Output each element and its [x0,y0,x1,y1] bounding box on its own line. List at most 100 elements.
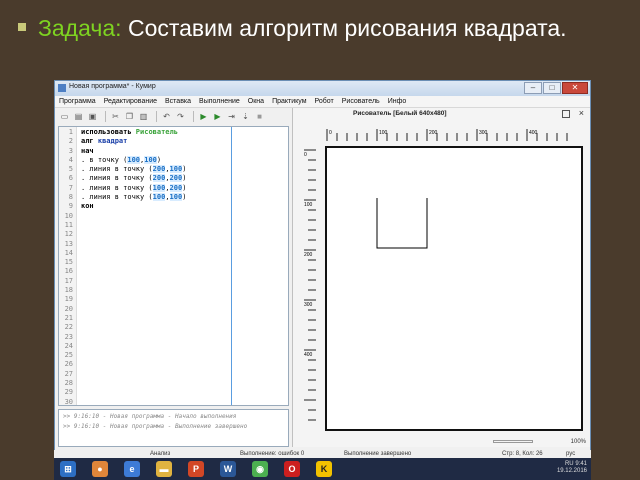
number-literal: 200 [152,165,166,174]
status-position: Стр: 8, Кол: 26 [502,451,543,457]
module-name: Рисователь [135,128,178,136]
line-number: 29 [64,388,73,397]
line-number: 8 [68,193,73,202]
save-icon[interactable]: ▣ [87,111,98,122]
line-number: 23 [64,332,73,341]
step-over-icon[interactable]: ⇥ [226,111,237,122]
code-line: . в точку (100,100) [81,155,288,165]
taskbar: ⊞ ● e ▬ P W ◉ O K RU 9:41 19.12.2016 [54,458,591,480]
code-line: . линия в точку (100,100) [81,193,288,202]
drawing-canvas[interactable] [325,146,583,431]
top-ruler: 0 100 200 300 400 [326,129,568,141]
line-number: 4 [68,155,73,164]
line-number: 18 [64,286,73,295]
menu-insert[interactable]: Вставка [165,96,191,107]
maximize-button[interactable]: □ [543,82,561,94]
folder-icon[interactable]: ▬ [156,461,172,477]
kumir-taskbar-icon[interactable]: K [316,461,332,477]
ruler-label: 300 [304,302,313,308]
line-number: 1 [68,128,73,136]
menu-bar: Программа Редактирование Вставка Выполне… [55,96,590,108]
slide-title: Задача: Составим алгоритм рисования квад… [18,14,628,42]
drawer-panel: Рисователь [Белый 640x480] × 0 100 200 300 4… [292,108,590,447]
keyword: использовать [81,128,136,136]
line-number: 30 [64,397,73,406]
menu-run[interactable]: Выполнение [199,96,240,107]
run-icon[interactable]: ▶ [198,111,209,122]
paste-icon[interactable]: ▥ [138,111,149,122]
run-step-icon[interactable]: ▶ [212,111,223,122]
number-literal: 100 [127,155,141,164]
line-number: 17 [64,276,73,285]
status-state: Выполнение завершено [344,451,412,457]
menu-windows[interactable]: Окна [248,96,264,107]
menu-program[interactable]: Программа [59,96,96,107]
ruler-label: 200 [304,252,313,258]
window-titlebar[interactable]: Новая программа* - Кумир – □ ✕ [55,81,590,96]
close-button[interactable]: ✕ [562,82,588,94]
undo-icon[interactable]: ↶ [161,111,172,122]
restore-icon[interactable] [562,110,570,118]
powerpoint-icon[interactable]: P [188,461,204,477]
kumir-window: Новая программа* - Кумир – □ ✕ Программа… [54,80,591,458]
separator: , [165,174,170,183]
cut-icon[interactable]: ✂ [110,111,121,122]
separator: , [165,193,170,202]
code-line: нач [81,147,288,156]
statement: . в точку ( [81,155,128,164]
redo-icon[interactable]: ↷ [175,111,186,122]
tray-time: 9:41 [575,461,587,467]
margin-divider[interactable] [231,127,232,405]
menu-edit[interactable]: Редактирование [104,96,157,107]
line-number: 2 [68,137,73,146]
code-line: кон [81,202,288,211]
close-paren: ) [182,183,187,192]
code-editor[interactable]: 1 2 3 4 5 6 7 8 9 10 11 12 13 14 15 16 17 18 19 20 21 22 23 24 2… [58,126,289,406]
ruler-label: 100 [379,130,388,136]
algorithm-name: квадрат [97,137,128,146]
line-number: 5 [68,165,73,174]
start-icon[interactable]: ⊞ [60,461,76,477]
line-number: 7 [68,183,73,192]
statement: . линия в точку ( [81,174,153,183]
line-number: 20 [64,304,73,313]
opera-icon[interactable]: O [284,461,300,477]
menu-robot[interactable]: Робот [315,96,334,107]
stop-icon[interactable]: ■ [254,111,265,122]
kumir-app-icon [58,84,66,92]
line-number-gutter: 1 2 3 4 5 6 7 8 9 10 11 12 13 14 15 16 17 18 19 20 21 22 23 24 2… [59,127,77,406]
ruler-label: 0 [304,152,307,158]
toolbar-separator [156,111,157,122]
statement: . линия в точку ( [81,165,153,174]
menu-practicum[interactable]: Практикум [272,96,306,107]
step-into-icon[interactable]: ⇣ [240,111,251,122]
chrome-icon[interactable]: ◉ [252,461,268,477]
close-paren: ) [182,193,187,202]
open-folder-icon[interactable]: ▤ [73,111,84,122]
task-text: Составим алгоритм рисования квадрата. [127,15,567,41]
horizontal-scrollbar[interactable] [493,440,533,443]
drawer-close-button[interactable]: × [579,108,584,118]
keyword: нач [81,146,94,155]
firefox-icon[interactable]: ● [92,461,108,477]
line-number: 24 [64,341,73,350]
close-paren: ) [182,165,187,174]
explorer-icon[interactable]: e [124,461,140,477]
bullet-icon [18,23,26,31]
status-bar: Анализ Выполнение: ошибок 0 Выполнение з… [54,450,591,458]
code-line: использовать Рисователь [81,128,288,137]
tray-language[interactable]: RU [565,461,574,467]
number-literal: 100 [144,155,157,164]
minimize-button[interactable]: – [524,82,542,94]
statement: . линия в точку ( [81,193,153,202]
copy-icon[interactable]: ❐ [124,111,135,122]
new-file-icon[interactable]: ▭ [59,111,70,122]
code-area[interactable]: использовать Рисователь алг квадрат нач … [77,127,288,405]
output-console[interactable]: >> 9:16:10 - Новая программа - Начало вы… [58,409,289,447]
word-icon[interactable]: W [220,461,236,477]
menu-drawer[interactable]: Рисователь [342,96,380,107]
status-result: Выполнение: ошибок 0 [240,451,305,457]
code-line: . линия в точку (100,200) [81,183,288,193]
menu-info[interactable]: Инфо [388,96,407,107]
code-line: алг квадрат [81,137,288,146]
